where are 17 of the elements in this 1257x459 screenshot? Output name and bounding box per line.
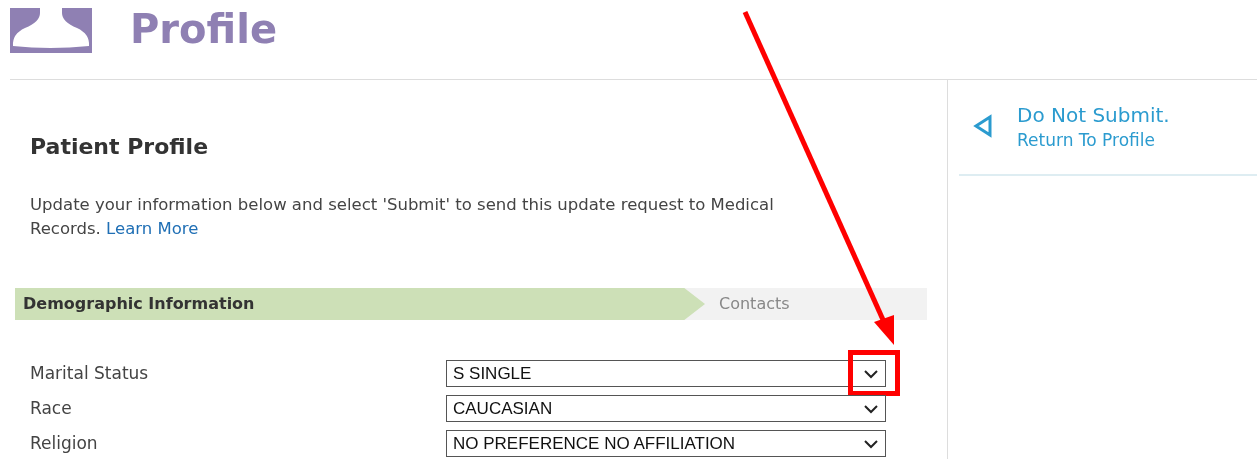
field-label: Religion — [29, 431, 99, 455]
page-title: Profile — [130, 9, 277, 49]
chevron-down-icon — [863, 368, 879, 379]
field-label: Race — [29, 396, 73, 420]
chevron-down-icon — [863, 438, 879, 449]
learn-more-link[interactable]: Learn More — [106, 219, 199, 238]
do-not-submit-text: Do Not Submit. — [1017, 102, 1170, 128]
chevron-down-icon — [863, 403, 879, 414]
field-label: Marital Status — [29, 361, 150, 385]
profile-icon — [10, 8, 92, 53]
dropdown-field[interactable]: NO PREFERENCE NO AFFILIATION — [446, 430, 886, 457]
back-triangle-icon[interactable] — [973, 114, 993, 138]
dropdown-field[interactable]: S SINGLE — [446, 360, 886, 387]
section-heading: Patient Profile — [30, 133, 210, 161]
step-tab[interactable]: Demographic Information — [15, 288, 705, 320]
dropdown-field[interactable]: CAUCASIAN — [446, 395, 886, 422]
intro-paragraph: Update your information below and select 'Submit' to send this update request to Medical Records. Learn More — [30, 194, 775, 240]
